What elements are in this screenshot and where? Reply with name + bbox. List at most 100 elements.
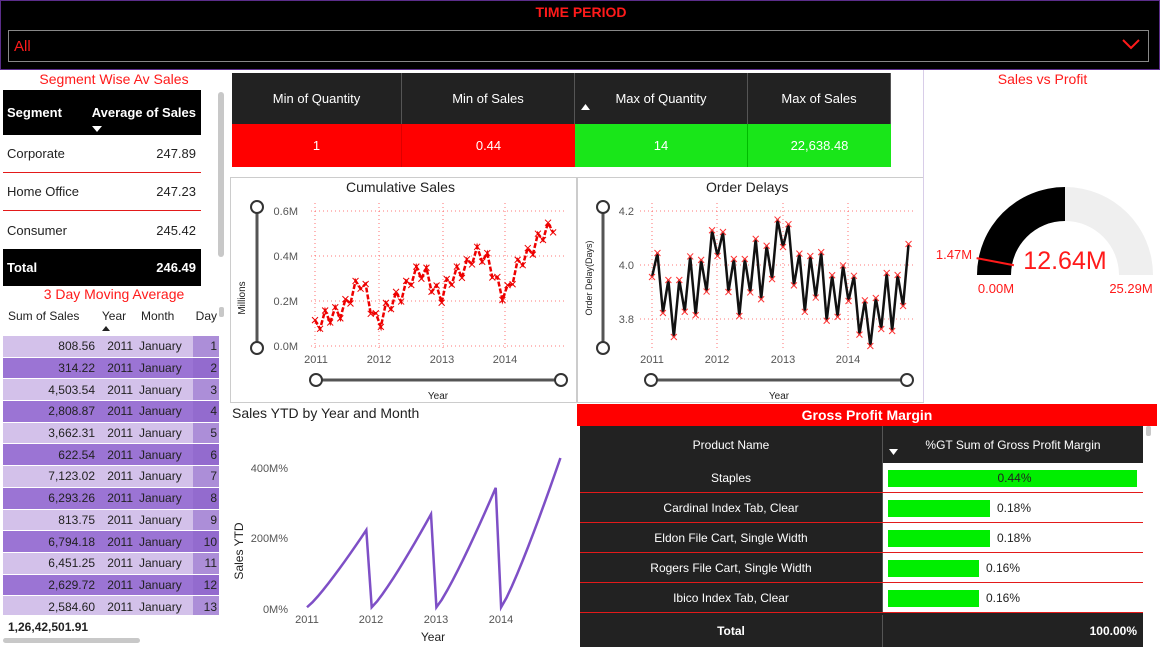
cumulative-ytick: 0.4M — [274, 251, 298, 263]
segment-scrollbar[interactable] — [218, 92, 224, 257]
segment-total-label: Total — [7, 260, 38, 275]
sales-vs-profit-gauge: Sales vs Profit 12.64M 0.00M 25.29M 1.47… — [923, 70, 1160, 402]
max-sales-header[interactable]: Max of Sales — [748, 73, 891, 124]
day-cell: 10 — [193, 531, 219, 552]
product-name: Cardinal Index Tab, Clear — [580, 493, 883, 522]
sales-ytd-ytick: 0M% — [263, 604, 288, 616]
x-range-slider-right-handle[interactable] — [900, 373, 914, 387]
month-cell: January — [139, 491, 182, 506]
table-row[interactable]: 6,293.26 2011 January 8 — [3, 487, 219, 510]
min-sales-header[interactable]: Min of Sales — [402, 73, 575, 124]
x-range-slider-right-handle[interactable] — [554, 373, 568, 387]
segment-name: Corporate — [7, 146, 65, 161]
table-row[interactable]: Consumer 245.42 — [3, 211, 201, 249]
table-row[interactable]: 813.75 2011 January 9 — [3, 509, 219, 532]
max-quantity-header[interactable]: Max of Quantity — [575, 73, 748, 124]
order-delays-xlabel: Year — [769, 391, 790, 402]
gpm-total-label: Total — [580, 615, 883, 647]
y-range-slider-top-handle[interactable] — [596, 200, 610, 214]
cumulative-sales-point — [448, 281, 456, 288]
table-row[interactable]: 808.56 2011 January 1 — [3, 336, 219, 358]
month-col-header[interactable]: Month — [133, 309, 193, 335]
sum-of-sales-cell: 2,808.87 — [48, 404, 95, 419]
order-delays-ytick: 4.2 — [619, 206, 634, 218]
day-cell: 11 — [193, 552, 219, 574]
day-cell: 2 — [193, 357, 219, 379]
sales-ytd-ylabel: Sales YTD — [232, 522, 246, 579]
order-delays-series — [648, 216, 912, 350]
table-row[interactable]: 4,503.54 2011 January 3 — [3, 379, 219, 402]
year-cell: 2011 — [107, 534, 133, 549]
table-row[interactable]: Corporate 247.89 — [3, 135, 201, 173]
table-row[interactable]: Staples 0.44% — [580, 463, 1143, 493]
table-row[interactable]: 6,451.25 2011 January 11 — [3, 552, 219, 575]
cumulative-sales-point — [534, 230, 542, 238]
day-col-header[interactable]: Day — [193, 309, 219, 335]
table-row[interactable]: 3,662.31 2011 January 5 — [3, 422, 219, 445]
table-row[interactable]: Ibico Index Tab, Clear 0.16% — [580, 583, 1143, 613]
table-row[interactable]: Rogers File Cart, Single Width 0.16% — [580, 553, 1143, 583]
year-cell: 2011 — [107, 491, 133, 506]
day-cell: 9 — [193, 509, 219, 531]
chevron-down-icon[interactable] — [1122, 37, 1140, 51]
table-row[interactable]: 622.54 2011 January 6 — [3, 444, 219, 467]
table-row[interactable]: Eldon File Cart, Single Width 0.18% — [580, 523, 1143, 553]
gpm-header: Product Name %GT Sum of Gross Profit Mar… — [580, 426, 1143, 463]
gpm-scrollbar[interactable] — [1146, 426, 1151, 436]
sales-ytd-ytick: 200M% — [251, 533, 289, 545]
order-delays-ytick: 3.8 — [619, 314, 634, 326]
moving-average-hscrollbar[interactable] — [3, 638, 140, 643]
table-row[interactable]: Home Office 247.23 — [3, 173, 201, 211]
max-quantity-value: 14 — [575, 124, 748, 167]
product-name-col-header[interactable]: Product Name — [580, 426, 883, 463]
table-row[interactable]: 7,123.02 2011 January 7 — [3, 466, 219, 488]
segment-col-header[interactable]: Segment — [3, 105, 88, 120]
table-row[interactable]: 314.22 2011 January 2 — [3, 357, 219, 380]
gpm-value: 0.16% — [986, 591, 1021, 605]
moving-average-table-body: 808.56 2011 January 1 314.22 2011 January 2 4,50… — [3, 336, 219, 615]
cumulative-xlabel: Year — [428, 391, 449, 402]
sum-of-sales-cell: 6,451.25 — [48, 556, 95, 571]
sales-ytd-plot: Sales YTD 400M% 200M% 0M% 2011 2012 2013… — [232, 457, 562, 644]
table-row[interactable]: 2,584.60 2011 January 13 — [3, 596, 219, 615]
cumulative-xtick: 2011 — [304, 354, 328, 366]
y-range-slider-bottom-handle[interactable] — [596, 341, 610, 355]
gauge-target-label: 1.47M — [936, 247, 972, 262]
sort-desc-icon — [889, 449, 898, 455]
gpm-value: 0.18% — [997, 531, 1032, 545]
avg-sales-col-header[interactable]: Average of Sales — [88, 105, 201, 132]
month-cell: January — [139, 577, 182, 592]
year-cell: 2011 — [107, 599, 133, 614]
sum-of-sales-col-header[interactable]: Sum of Sales — [3, 309, 95, 335]
segment-total-value: 246.49 — [156, 260, 196, 275]
min-quantity-header[interactable]: Min of Quantity — [232, 73, 402, 124]
year-cell: 2011 — [107, 426, 133, 441]
year-cell: 2011 — [107, 361, 133, 376]
gpm-col-label: %GT Sum of Gross Profit Margin — [925, 437, 1101, 452]
sum-of-sales-cell: 808.56 — [58, 339, 95, 354]
table-row[interactable]: Cardinal Index Tab, Clear 0.18% — [580, 493, 1143, 523]
day-cell: 7 — [193, 466, 219, 487]
y-range-slider-top-handle[interactable] — [250, 200, 264, 214]
year-col-header[interactable]: Year — [95, 309, 133, 335]
x-range-slider-left-handle[interactable] — [644, 373, 658, 387]
cumulative-sales-chart: Cumulative Sales Millions 0.6M 0.4M 0.2M… — [230, 177, 577, 403]
cumulative-xtick: 2014 — [493, 354, 517, 366]
day-cell: 8 — [193, 487, 219, 509]
table-row[interactable]: 2,808.87 2011 January 4 — [3, 401, 219, 423]
month-cell: January — [139, 469, 182, 484]
year-cell: 2011 — [107, 512, 133, 527]
kpi-table: Min of Quantity Min of Sales Max of Quan… — [232, 73, 891, 167]
gpm-total-value: 100.00% — [883, 615, 1143, 647]
moving-average-vscrollbar[interactable] — [219, 307, 224, 317]
time-period-dropdown[interactable]: All — [8, 30, 1149, 62]
sales-ytd-xtick: 2012 — [359, 614, 383, 626]
gpm-cell: 0.18% — [883, 523, 1143, 552]
y-range-slider-bottom-handle[interactable] — [250, 341, 264, 355]
segment-wise-sales-panel: Segment Wise Av Sales Segment Average of… — [0, 70, 230, 286]
x-range-slider-left-handle[interactable] — [309, 373, 323, 387]
gpm-col-header[interactable]: %GT Sum of Gross Profit Margin — [883, 426, 1143, 463]
month-cell: January — [139, 339, 182, 354]
table-row[interactable]: 2,629.72 2011 January 12 — [3, 574, 219, 597]
table-row[interactable]: 6,794.18 2011 January 10 — [3, 531, 219, 553]
